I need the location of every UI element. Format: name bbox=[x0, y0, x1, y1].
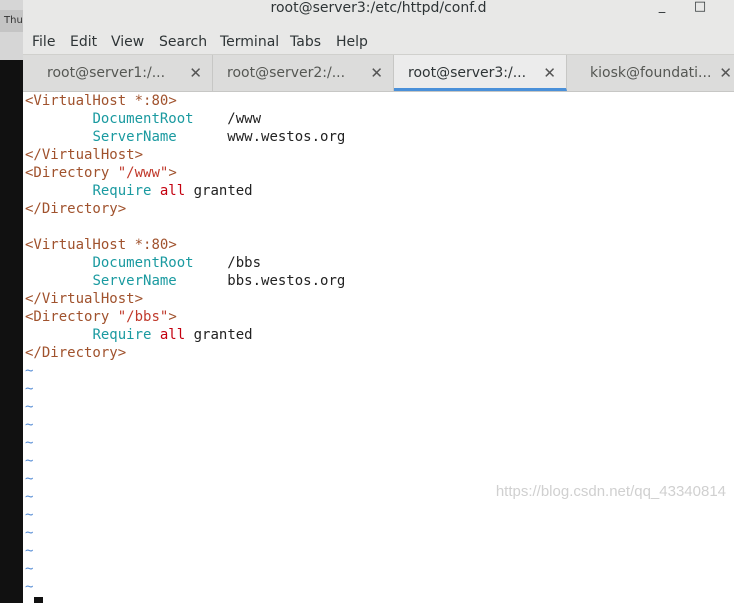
keyword: all bbox=[151, 183, 186, 199]
menu-bar: File Edit View Search Terminal Tabs Help bbox=[23, 30, 734, 55]
directive: ServerName bbox=[92, 273, 177, 289]
directive: Require bbox=[92, 183, 152, 199]
empty-line-tilde: ~ bbox=[25, 579, 34, 595]
menu-edit[interactable]: Edit bbox=[70, 32, 97, 52]
tag: </Directory> bbox=[25, 201, 127, 217]
directive: ServerName bbox=[92, 129, 177, 145]
desktop-background: Thu bbox=[0, 0, 27, 603]
empty-line-tilde: ~ bbox=[25, 453, 34, 469]
empty-line-tilde: ~ bbox=[25, 435, 34, 451]
title-bar[interactable]: root@server3:/etc/httpd/conf.d _ □ bbox=[23, 0, 734, 30]
code-line: Require all granted bbox=[25, 182, 253, 200]
tab-server3[interactable]: root@server3:/... ✕ bbox=[394, 55, 567, 91]
directive: Require bbox=[92, 327, 152, 343]
menu-help[interactable]: Help bbox=[336, 32, 368, 52]
empty-line-tilde: ~ bbox=[25, 561, 34, 577]
window-title: root@server3:/etc/httpd/conf.d bbox=[270, 0, 487, 16]
tag-close: > bbox=[168, 309, 177, 325]
tab-server1[interactable]: root@server1:/... ✕ bbox=[23, 55, 213, 91]
directive-value: bbs.westos.org bbox=[176, 273, 346, 289]
empty-line-tilde: ~ bbox=[25, 525, 34, 541]
directive-value: /www bbox=[193, 111, 262, 127]
close-icon[interactable]: ✕ bbox=[370, 55, 383, 91]
close-icon[interactable]: ✕ bbox=[543, 55, 556, 91]
menu-terminal[interactable]: Terminal bbox=[220, 32, 279, 52]
tag-attr: *:80 bbox=[126, 93, 169, 109]
empty-line-tilde: ~ bbox=[25, 489, 34, 505]
tag-close: > bbox=[168, 237, 177, 253]
directive: DocumentRoot bbox=[92, 255, 194, 271]
code-line: </VirtualHost> bbox=[25, 290, 143, 308]
tab-foundation[interactable]: kiosk@foundati... ✕ bbox=[567, 55, 734, 91]
minimize-button[interactable]: _ bbox=[654, 0, 670, 14]
tag-string: "/www" bbox=[109, 165, 169, 181]
code-line: Require all granted bbox=[25, 326, 253, 344]
empty-line-tilde: ~ bbox=[25, 363, 34, 379]
empty-line-tilde: ~ bbox=[25, 507, 34, 523]
tag-open: <VirtualHost bbox=[25, 237, 127, 253]
code-line: <VirtualHost *:80> bbox=[25, 92, 177, 110]
tag-string: "/bbs" bbox=[109, 309, 169, 325]
terminal-content[interactable]: <VirtualHost *:80> DocumentRoot /www Ser… bbox=[23, 92, 734, 603]
directive-value: www.westos.org bbox=[176, 129, 346, 145]
tab-label: kiosk@foundati... bbox=[590, 65, 712, 81]
directive-value: /bbs bbox=[193, 255, 262, 271]
keyword: all bbox=[151, 327, 186, 343]
directive-value: granted bbox=[185, 327, 253, 343]
menu-tabs[interactable]: Tabs bbox=[290, 32, 321, 52]
tag-close: > bbox=[168, 93, 177, 109]
tag: </Directory> bbox=[25, 345, 127, 361]
tag-open: <Directory bbox=[25, 165, 110, 181]
empty-line-tilde: ~ bbox=[25, 543, 34, 559]
code-line: ServerName www.westos.org bbox=[25, 128, 345, 146]
tab-label: root@server1:/... bbox=[47, 65, 166, 81]
tag-open: <VirtualHost bbox=[25, 93, 127, 109]
menu-search[interactable]: Search bbox=[159, 32, 207, 52]
menu-view[interactable]: View bbox=[111, 32, 144, 52]
tag-attr: *:80 bbox=[126, 237, 169, 253]
tab-label: root@server3:/... bbox=[408, 65, 527, 81]
code-line: </Directory> bbox=[25, 344, 126, 362]
terminal-window: root@server3:/etc/httpd/conf.d _ □ File … bbox=[23, 0, 734, 603]
tab-server2[interactable]: root@server2:/... ✕ bbox=[213, 55, 394, 91]
directive: DocumentRoot bbox=[92, 111, 194, 127]
tag: </VirtualHost> bbox=[25, 147, 144, 163]
code-line: DocumentRoot /www bbox=[25, 110, 261, 128]
tab-label: root@server2:/... bbox=[227, 65, 346, 81]
tag: </VirtualHost> bbox=[25, 291, 144, 307]
code-line: </VirtualHost> bbox=[25, 146, 143, 164]
empty-line-tilde: ~ bbox=[25, 471, 34, 487]
empty-line-tilde: ~ bbox=[25, 417, 34, 433]
empty-line-tilde: ~ bbox=[25, 399, 34, 415]
close-icon[interactable]: ✕ bbox=[719, 55, 732, 91]
close-icon[interactable]: ✕ bbox=[189, 55, 202, 91]
code-line: </Directory> bbox=[25, 200, 126, 218]
code-line: ServerName bbs.westos.org bbox=[25, 272, 345, 290]
tag-open: <Directory bbox=[25, 309, 110, 325]
desktop-window-fragment: Thu bbox=[0, 0, 27, 60]
tab-bar: root@server1:/... ✕ root@server2:/... ✕ … bbox=[23, 55, 734, 92]
empty-line-tilde: ~ bbox=[25, 381, 34, 397]
tag-close: > bbox=[168, 165, 177, 181]
code-line: DocumentRoot /bbs bbox=[25, 254, 261, 272]
menu-file[interactable]: File bbox=[32, 32, 55, 52]
maximize-button[interactable]: □ bbox=[692, 0, 708, 14]
text-cursor bbox=[34, 597, 43, 603]
code-line: <VirtualHost *:80> bbox=[25, 236, 177, 254]
watermark-text: https://blog.csdn.net/qq_43340814 bbox=[495, 483, 726, 500]
code-line: <Directory "/www"> bbox=[25, 164, 177, 182]
directive-value: granted bbox=[185, 183, 253, 199]
code-line: <Directory "/bbs"> bbox=[25, 308, 177, 326]
